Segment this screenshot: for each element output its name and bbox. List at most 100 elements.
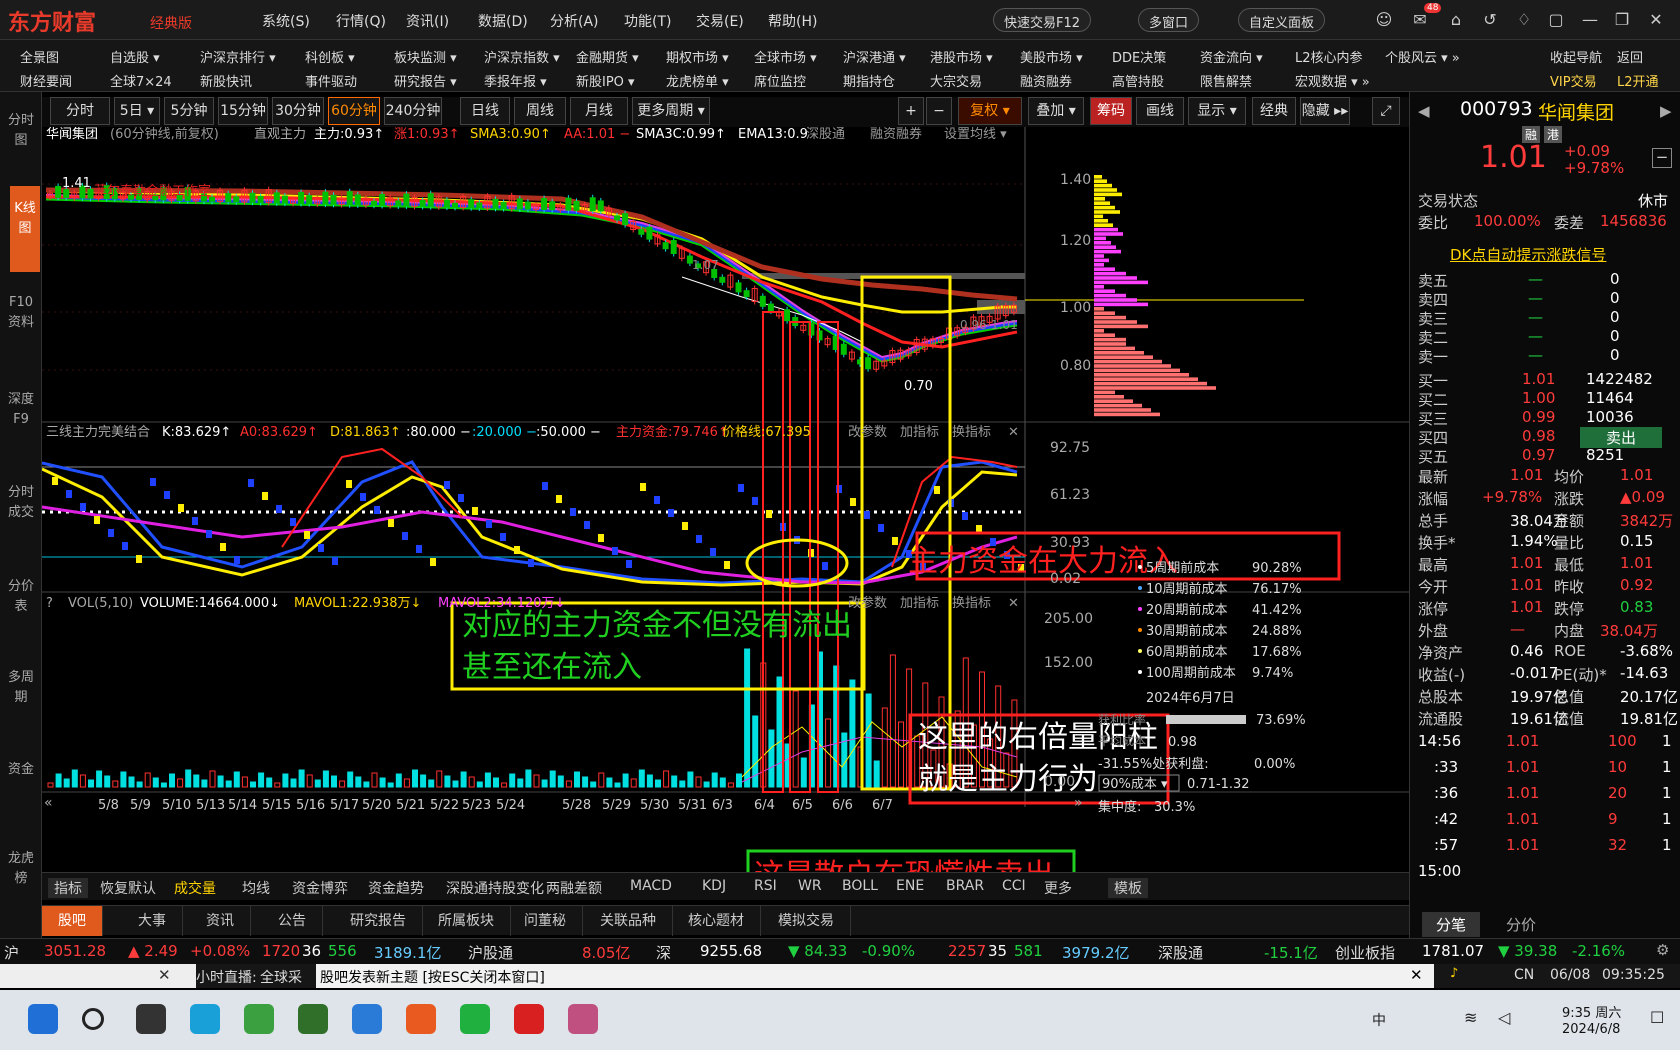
range-select-label[interactable]: 90%成本 ▾ (1102, 777, 1168, 792)
nav-info-5[interactable]: 季报年报 ▾ (484, 71, 547, 90)
clock-date[interactable]: 2024/6/8 (1562, 1022, 1620, 1037)
chart-tool-2[interactable]: 复权 ▾ (958, 97, 1022, 125)
notification-icon[interactable]: ☐ (1650, 1008, 1664, 1027)
main-link-1[interactable]: 融资融券 (870, 127, 922, 142)
bottom-tab-6[interactable]: 问董秘 (508, 906, 583, 936)
multi-window-button[interactable]: 多窗口 (1138, 8, 1200, 32)
ind-close-icon[interactable]: ✕ (1008, 425, 1019, 440)
nav-info-7[interactable]: 龙虎榜单 ▾ (666, 71, 729, 90)
period-4[interactable]: 30分钟 (272, 97, 324, 125)
ind-tab-8[interactable]: MACD (630, 878, 672, 894)
nav-market-8[interactable]: 全球市场 ▾ (754, 47, 817, 66)
chart-tool-0[interactable]: + (898, 97, 924, 125)
chart-tool-4[interactable]: 筹码 (1090, 97, 1132, 125)
nav-info-14[interactable]: 宏观数据 ▾ » (1295, 71, 1370, 90)
nav-info-3[interactable]: 事件驱动 (305, 71, 357, 90)
main-indicator[interactable]: 直观主力 (254, 127, 306, 142)
ind-tab-17[interactable]: 模板 (1108, 878, 1148, 898)
bottom-tab-8[interactable]: 核心题材 (672, 906, 761, 936)
menu-6[interactable]: 交易(E) (696, 11, 744, 31)
collapse-icon[interactable]: − (1652, 148, 1672, 168)
nav-market-3[interactable]: 科创板 ▾ (305, 47, 355, 66)
nav-market-15[interactable]: 个股风云 ▾ » (1385, 47, 1460, 66)
nav-market-11[interactable]: 美股市场 ▾ (1020, 47, 1083, 66)
restore-icon[interactable]: ❐ (1612, 10, 1632, 30)
vol-link-2[interactable]: 换指标 (952, 596, 991, 611)
ind-tab-3[interactable]: 均线 (242, 878, 270, 898)
main-link-2[interactable]: 设置均线 ▾ (944, 127, 1007, 142)
chart-area[interactable]: 主力资金在大力流入对应的主力资金不但没有流出甚至还在流入这里的右倍量阳柱就是主力… (42, 127, 1409, 872)
nav-info-6[interactable]: 新股IPO ▾ (576, 71, 635, 90)
ind-tab-6[interactable]: 深股通持股变化 (446, 878, 544, 898)
bottom-tab-3[interactable]: 公告 (262, 906, 323, 936)
back-icon[interactable]: ↺ (1480, 10, 1500, 30)
fullscreen-icon[interactable]: ⤢ (1372, 97, 1400, 125)
bid-volume-3[interactable]: 卖出 (1580, 427, 1663, 448)
chart-tool-5[interactable]: 画线 (1136, 97, 1184, 125)
nav-info-8[interactable]: 席位监控 (754, 71, 806, 90)
left-tab-8[interactable]: 龙虎榜 (8, 844, 34, 914)
tab-fenjia[interactable]: 分价 (1492, 912, 1550, 937)
settings-icon[interactable]: ⚙ (1656, 941, 1669, 959)
eastmoney-icon[interactable] (406, 1004, 436, 1034)
nav-info-4[interactable]: 研究报告 ▾ (394, 71, 457, 90)
period-2[interactable]: 5分钟 (164, 97, 214, 125)
search-icon[interactable] (82, 1008, 104, 1030)
skin-icon[interactable]: ♢ (1514, 10, 1534, 30)
home-icon[interactable]: ⌂ (1446, 10, 1466, 30)
edge-icon[interactable] (190, 1004, 220, 1034)
stock-app-icon[interactable] (298, 1004, 328, 1034)
chart-tool-7[interactable]: 经典 (1252, 97, 1296, 125)
nav-info-11[interactable]: 融资融券 (1020, 71, 1072, 90)
start-icon[interactable] (28, 1004, 58, 1034)
main-link-0[interactable]: 深股通 (806, 127, 845, 142)
nav-market-16[interactable]: 收起导航 (1550, 47, 1602, 66)
period-6[interactable]: 240分钟 (384, 97, 442, 125)
menu-2[interactable]: 资讯(I) (406, 11, 449, 31)
menu-3[interactable]: 数据(D) (478, 11, 528, 31)
period-7[interactable]: 日线 (460, 97, 510, 125)
edge2-icon[interactable] (352, 1004, 382, 1034)
period-8[interactable]: 周线 (514, 97, 566, 125)
nav-market-5[interactable]: 沪深京指数 ▾ (484, 47, 560, 66)
ind-link-1[interactable]: 加指标 (900, 425, 939, 440)
vol-help-icon[interactable]: ? (46, 596, 53, 611)
ime-label[interactable]: 中 (1372, 1010, 1386, 1030)
nav-info-15[interactable]: VIP交易 (1550, 71, 1597, 90)
menu-1[interactable]: 行情(Q) (336, 11, 386, 31)
vol-link-1[interactable]: 加指标 (900, 596, 939, 611)
custom-panel-button[interactable]: 自定义面板 (1238, 8, 1326, 32)
chart-tool-8[interactable]: 隐藏 ▸▸ (1300, 97, 1350, 125)
wifi-icon[interactable]: ≋ (1464, 1008, 1477, 1027)
tip-close-icon[interactable]: ✕ (1410, 966, 1423, 984)
chart-tool-1[interactable]: − (926, 97, 952, 125)
nav-market-9[interactable]: 沪深港通 ▾ (843, 47, 906, 66)
left-tab-1[interactable]: K线图 (10, 186, 40, 272)
close-icon[interactable]: ✕ (1646, 10, 1666, 30)
ind-tab-13[interactable]: ENE (896, 878, 924, 894)
chart-tool-3[interactable]: 叠加 ▾ (1028, 97, 1084, 125)
menu-7[interactable]: 帮助(H) (768, 11, 817, 31)
quick-trade-button[interactable]: 快速交易F12 (993, 8, 1092, 32)
app-icon[interactable] (514, 1004, 544, 1034)
bottom-tab-7[interactable]: 关联品种 (584, 906, 673, 936)
nav-market-2[interactable]: 沪深京排行 ▾ (200, 47, 276, 66)
left-tab-4[interactable]: 分时成交 (8, 468, 34, 558)
menu-4[interactable]: 分析(A) (550, 11, 599, 31)
bottom-tab-5[interactable]: 所属板块 (422, 906, 511, 936)
ind-tab-12[interactable]: BOLL (842, 878, 878, 894)
nav-info-1[interactable]: 全球7×24 (110, 71, 172, 90)
menu-0[interactable]: 系统(S) (262, 11, 310, 31)
vol-link-0[interactable]: 改参数 (848, 595, 887, 611)
period-3[interactable]: 15分钟 (218, 97, 268, 125)
nav-info-13[interactable]: 限售解禁 (1200, 71, 1252, 90)
nav-market-13[interactable]: 资金流向 ▾ (1200, 47, 1263, 66)
nav-info-0[interactable]: 财经要闻 (20, 71, 72, 90)
left-tab-5[interactable]: 分价表 (8, 572, 34, 642)
bell-icon[interactable]: ♪ (1450, 966, 1458, 981)
nav-market-17[interactable]: 返回 (1617, 47, 1643, 66)
ind-tab-0[interactable]: 指标 (48, 878, 88, 898)
ind-tab-14[interactable]: BRAR (946, 878, 984, 894)
nav-info-9[interactable]: 期指持仓 (843, 71, 895, 90)
user-icon[interactable]: ☺ (1374, 10, 1394, 30)
